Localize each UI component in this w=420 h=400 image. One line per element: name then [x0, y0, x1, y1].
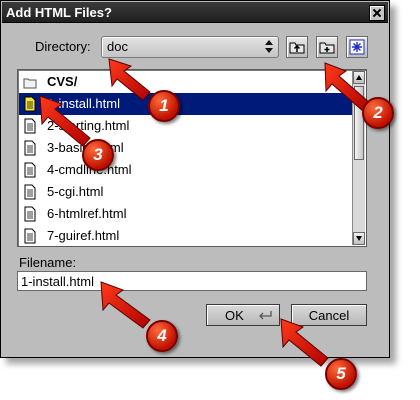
arrow-5 — [280, 318, 329, 367]
annotation-badge-5: 5 — [325, 358, 357, 390]
annotation-badge-2: 2 — [362, 97, 394, 129]
annotation-badge-4: 4 — [146, 320, 178, 352]
arrow-3 — [39, 95, 91, 147]
arrow-4 — [100, 281, 151, 329]
arrow-1 — [108, 58, 151, 101]
annotation-badge-3: 3 — [82, 139, 114, 171]
annotation-arrows — [39, 58, 371, 367]
annotation-badge-1: 1 — [148, 90, 180, 122]
arrow-2 — [324, 62, 371, 112]
